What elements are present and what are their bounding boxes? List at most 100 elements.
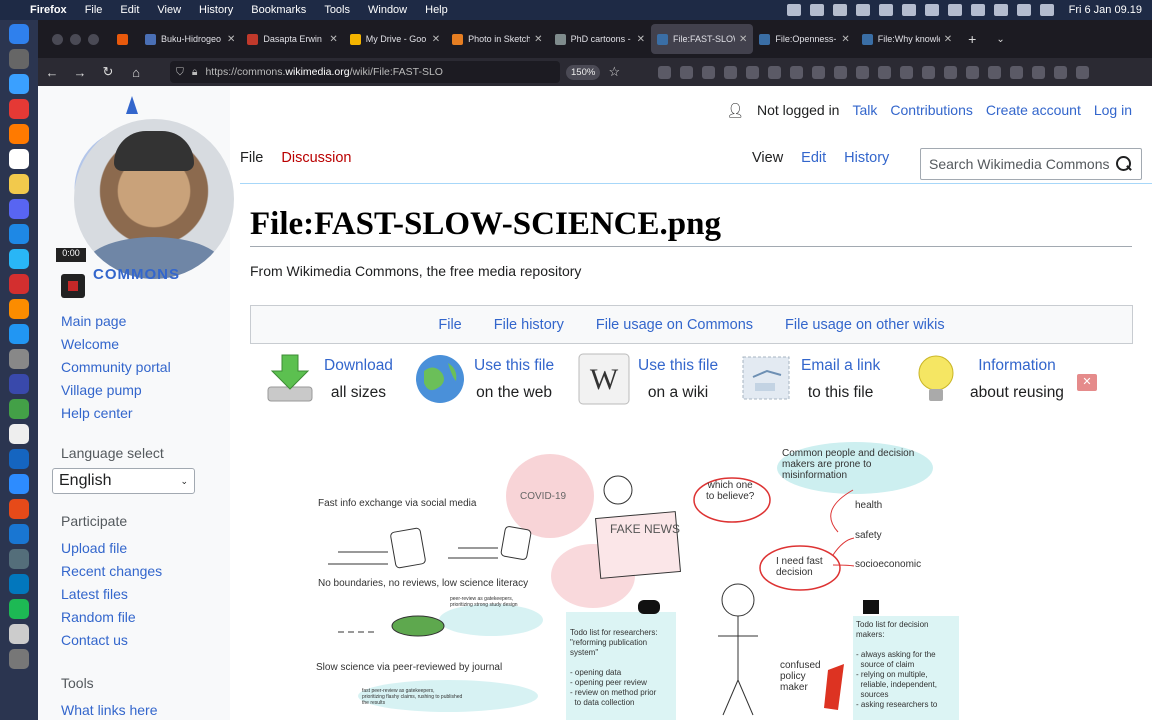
close-tab-icon[interactable]: ✕ — [944, 34, 952, 45]
close-window-button[interactable] — [52, 33, 63, 45]
browser-tab[interactable]: Buku-Hidrogeo ✕ — [139, 24, 241, 54]
browser-tab[interactable]: File:Why knowle ✕ — [856, 24, 958, 54]
back-button[interactable]: ← — [38, 65, 66, 80]
extension-icon[interactable] — [1010, 65, 1024, 79]
pocket-icon[interactable] — [658, 65, 672, 79]
talk-link[interactable]: Talk — [852, 102, 877, 119]
search-icon[interactable] — [1115, 155, 1133, 173]
dock-app7-icon[interactable] — [9, 499, 29, 519]
sidebar-item-community-portal[interactable]: Community portal — [61, 358, 171, 376]
dock-notes-icon[interactable] — [9, 174, 29, 194]
dock-zoom-icon[interactable] — [9, 474, 29, 494]
menu-tools[interactable]: Tools — [324, 4, 350, 16]
dock-settings-icon[interactable] — [9, 349, 29, 369]
tab-view[interactable]: View — [752, 150, 783, 166]
cloud-icon[interactable] — [786, 4, 801, 16]
hamburger-menu-icon[interactable] — [1076, 65, 1090, 79]
browser-tab[interactable]: File:FAST-SLOW ✕ — [650, 24, 754, 54]
dock-teams-icon[interactable] — [9, 199, 29, 219]
extension-icon[interactable] — [812, 65, 826, 79]
gear-icon[interactable] — [855, 4, 870, 16]
extension-icon[interactable] — [944, 65, 958, 79]
menu-view[interactable]: View — [157, 4, 181, 16]
create-account-link[interactable]: Create account — [986, 102, 1081, 119]
dock-app8-icon[interactable] — [9, 524, 29, 544]
close-tab-icon[interactable]: ✕ — [637, 34, 645, 45]
browser-tab[interactable]: File:Openness- ✕ — [753, 24, 855, 54]
wifi-icon[interactable] — [970, 4, 985, 16]
bluetooth-icon[interactable] — [901, 4, 916, 16]
language-select[interactable]: English ⌄ — [52, 468, 195, 494]
toc-file-history[interactable]: File history — [494, 317, 564, 333]
control-center-icon[interactable] — [1016, 4, 1031, 16]
sidebar-item-contact-us[interactable]: Contact us — [61, 631, 162, 649]
use-on-wiki-label[interactable]: Use this file — [638, 352, 718, 379]
use-on-web-label[interactable]: Use this file — [474, 352, 554, 379]
reload-button[interactable]: ↻ — [94, 64, 122, 80]
email-link-label[interactable]: Email a link — [801, 352, 880, 379]
toc-file[interactable]: File — [438, 317, 461, 333]
browser-tab[interactable]: My Drive - Goo ✕ — [344, 24, 446, 54]
search-icon[interactable] — [993, 4, 1008, 16]
dock-notion-icon[interactable] — [9, 424, 29, 444]
close-tools-icon[interactable]: ✕ — [1077, 374, 1097, 391]
dock-app5-icon[interactable] — [9, 374, 29, 394]
list-tabs-icon[interactable]: ⌄ — [996, 34, 1004, 45]
email-link-tool[interactable]: Email a link to this file — [741, 352, 880, 406]
extension-icon[interactable] — [922, 65, 936, 79]
close-tab-icon[interactable]: ✕ — [739, 34, 747, 45]
firefox-view-tab[interactable] — [111, 24, 139, 54]
sidebar-item-help-center[interactable]: Help center — [61, 404, 171, 422]
extension-icon[interactable] — [988, 65, 1002, 79]
toc-file-usage-commons[interactable]: File usage on Commons — [596, 317, 753, 333]
dock-r-icon[interactable] — [9, 449, 29, 469]
dock-firefox-icon[interactable] — [9, 124, 29, 144]
reuse-info-label[interactable]: Information — [970, 352, 1064, 379]
use-on-wiki-tool[interactable]: W Use this file on a wiki — [578, 352, 718, 406]
menu-bookmarks[interactable]: Bookmarks — [251, 4, 306, 16]
home-button[interactable]: ⌂ — [122, 65, 150, 80]
toc-file-usage-other-wikis[interactable]: File usage on other wikis — [785, 317, 945, 333]
tab-file[interactable]: File — [240, 150, 263, 166]
extension-icon[interactable] — [878, 65, 892, 79]
extension-icon[interactable] — [724, 65, 738, 79]
dock-finder-icon[interactable] — [9, 24, 29, 44]
dock-app-icon[interactable] — [9, 224, 29, 244]
zoom-level-badge[interactable]: 150% — [566, 64, 601, 80]
menu-edit[interactable]: Edit — [120, 4, 139, 16]
file-image[interactable]: Fast info exchange via social media COVI… — [298, 440, 978, 720]
dock-calendar-icon[interactable] — [9, 149, 29, 169]
browser-tab[interactable]: PhD cartoons - ✕ — [549, 24, 651, 54]
menubar-clock[interactable]: Fri 6 Jan 09.19 — [1069, 4, 1142, 16]
dock-app6-icon[interactable] — [9, 399, 29, 419]
extension-icon[interactable] — [1054, 65, 1068, 79]
dock-appstore-icon[interactable] — [9, 324, 29, 344]
menu-app-firefox[interactable]: Firefox — [30, 4, 67, 16]
dock-opera-icon[interactable] — [9, 99, 29, 119]
dock-app2-icon[interactable] — [9, 249, 29, 269]
close-tab-icon[interactable]: ✕ — [841, 34, 849, 45]
dock-app3-icon[interactable] — [9, 274, 29, 294]
tab-edit[interactable]: Edit — [801, 150, 826, 166]
login-link[interactable]: Log in — [1094, 102, 1132, 119]
extension-icon[interactable] — [966, 65, 980, 79]
sidebar-item-recent-changes[interactable]: Recent changes — [61, 562, 162, 580]
siri-icon[interactable] — [1039, 4, 1054, 16]
play-icon[interactable] — [947, 4, 962, 16]
tab-discussion[interactable]: Discussion — [281, 150, 351, 166]
extension-icon[interactable] — [856, 65, 870, 79]
contributions-link[interactable]: Contributions — [890, 102, 973, 119]
dock-app4-icon[interactable] — [9, 299, 29, 319]
sidebar-item-village-pump[interactable]: Village pump — [61, 381, 171, 399]
menu-window[interactable]: Window — [368, 4, 407, 16]
menu-file[interactable]: File — [85, 4, 103, 16]
bookmark-star-icon[interactable]: ☆ — [600, 64, 628, 80]
close-tab-icon[interactable]: ✕ — [329, 34, 337, 45]
new-tab-button[interactable]: + — [968, 31, 976, 47]
download-label[interactable]: Download — [324, 352, 393, 379]
extension-icon[interactable] — [768, 65, 782, 79]
search-input[interactable]: Search Wikimedia Commons — [920, 148, 1142, 180]
dock-launchpad-icon[interactable] — [9, 74, 29, 94]
extension-icon[interactable] — [746, 65, 760, 79]
extension-icon[interactable] — [834, 65, 848, 79]
